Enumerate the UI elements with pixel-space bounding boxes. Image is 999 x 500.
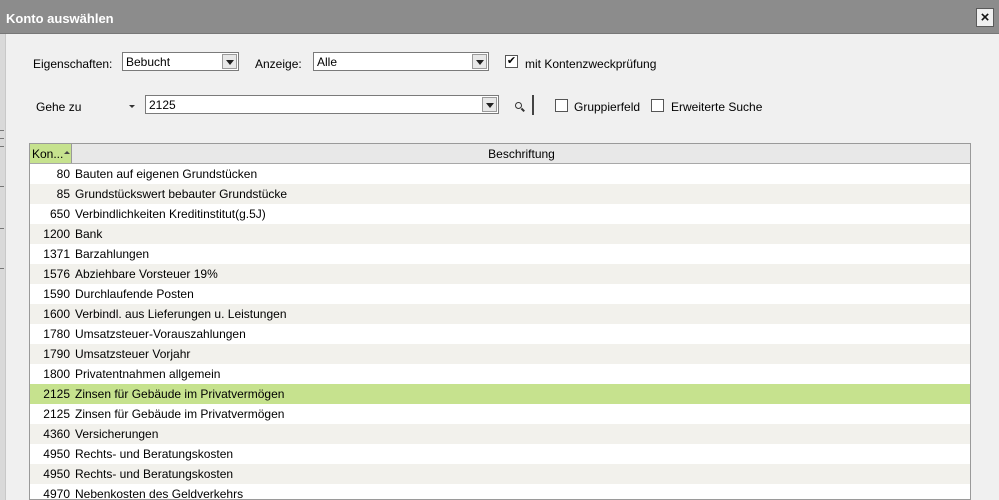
account-description: Abziehbare Vorsteuer 19% (75, 267, 218, 281)
table-row[interactable]: 1590 Durchlaufende Posten (30, 284, 970, 304)
table-row[interactable]: 1200 Bank (30, 224, 970, 244)
account-number: 1790 (43, 347, 70, 361)
erweiterte-suche-label: Erweiterte Suche (671, 100, 763, 114)
chevron-down-icon[interactable] (482, 97, 497, 112)
account-number: 4950 (43, 467, 70, 481)
edge-tick (0, 228, 4, 229)
table-row[interactable]: 1780 Umsatzsteuer-Vorauszahlungen (30, 324, 970, 344)
table-row[interactable]: 2125 Zinsen für Gebäude im Privatvermögen (30, 404, 970, 424)
close-button[interactable]: × (976, 8, 994, 27)
account-description: Bauten auf eigenen Grundstücken (75, 167, 258, 181)
kontenzweck-checkbox[interactable]: ✔ (505, 55, 518, 68)
column-header-konto-label: Kon... (32, 147, 64, 161)
goto-dropdown[interactable]: 2125 (145, 95, 499, 114)
eigenschaften-value: Bebucht (126, 55, 171, 69)
table-body: 80 Bauten auf eigenen Grundstücken 85 Grund… (30, 164, 970, 500)
account-description: Rechts- und Beratungskosten (75, 447, 234, 461)
account-number: 1590 (43, 287, 70, 301)
account-table[interactable]: Kon... Beschriftung 80 Bauten auf eigenen… (29, 143, 971, 500)
account-number: 1600 (43, 307, 70, 321)
account-description: Durchlaufende Posten (75, 287, 194, 301)
account-number: 1371 (43, 247, 70, 261)
gruppierfeld-label: Gruppierfeld (574, 100, 641, 114)
left-panel-edge (0, 34, 6, 500)
anzeige-dropdown[interactable]: Alle (313, 52, 489, 71)
checkmark-icon: ✔ (506, 55, 517, 67)
table-row[interactable]: 4970 Nebenkosten des Geldverkehrs (30, 484, 970, 500)
account-number: 1780 (43, 327, 70, 341)
close-icon: × (980, 9, 990, 26)
table-row[interactable]: 1600 Verbindl. aus Lieferungen u. Leistun… (30, 304, 970, 324)
account-number: 4360 (43, 427, 70, 441)
account-number: 4950 (43, 447, 70, 461)
table-row[interactable]: 4950 Rechts- und Beratungskosten (30, 464, 970, 484)
eigenschaften-label: Eigenschaften: (33, 57, 113, 71)
goto-label: Gehe zu (36, 100, 82, 114)
account-number: 1800 (43, 367, 70, 381)
account-description: Bank (75, 227, 103, 241)
toolbar-separator (532, 95, 534, 115)
goto-value: 2125 (149, 98, 176, 112)
kontenzweck-label: mit Kontenzweckprüfung (525, 57, 657, 71)
table-row[interactable]: 4360 Versicherungen (30, 424, 970, 444)
edge-tick (0, 130, 4, 131)
account-number: 85 (56, 187, 70, 201)
account-description: Verbindlichkeiten Kreditinstitut(g.5J) (75, 207, 266, 221)
erweiterte-suche-checkbox[interactable] (651, 99, 664, 112)
table-row[interactable]: 80 Bauten auf eigenen Grundstücken (30, 164, 970, 184)
sort-up-icon (64, 151, 70, 154)
account-number: 4970 (43, 487, 70, 500)
account-description: Umsatzsteuer-Vorauszahlungen (75, 327, 246, 341)
search-icon-handle (521, 107, 525, 112)
account-description: Grundstückswert bebauter Grundstücke (75, 187, 288, 201)
column-header-konto[interactable]: Kon... (30, 144, 72, 163)
anzeige-label: Anzeige: (255, 57, 302, 71)
chevron-down-icon[interactable] (472, 54, 487, 69)
table-row[interactable]: 650 Verbindlichkeiten Kreditinstitut(g.5J… (30, 204, 970, 224)
edge-tick (0, 146, 4, 147)
account-number: 2125 (43, 387, 70, 401)
account-number: 1200 (43, 227, 70, 241)
chevron-down-icon[interactable] (222, 54, 237, 69)
table-header: Kon... Beschriftung (30, 144, 970, 164)
account-description: Zinsen für Gebäude im Privatvermögen (75, 387, 285, 401)
table-row[interactable]: 1576 Abziehbare Vorsteuer 19% (30, 264, 970, 284)
goto-arrow-icon (129, 105, 135, 108)
edge-tick (0, 138, 4, 139)
account-number: 1576 (43, 267, 70, 281)
edge-tick (0, 186, 4, 187)
table-row[interactable]: 1800 Privatentnahmen allgemein (30, 364, 970, 384)
table-row[interactable]: 85 Grundstückswert bebauter Grundstücke (30, 184, 970, 204)
column-header-beschriftung[interactable]: Beschriftung (73, 147, 970, 161)
account-description: Nebenkosten des Geldverkehrs (75, 487, 244, 500)
eigenschaften-dropdown[interactable]: Bebucht (122, 52, 239, 71)
search-button[interactable] (512, 100, 528, 114)
window-title: Konto auswählen (6, 11, 114, 26)
account-number: 650 (49, 207, 70, 221)
table-row[interactable]: 2125 Zinsen für Gebäude im Privatvermögen (30, 384, 970, 404)
anzeige-value: Alle (317, 55, 338, 69)
gruppierfeld-checkbox[interactable] (555, 99, 568, 112)
account-description: Barzahlungen (75, 247, 150, 261)
account-description: Versicherungen (75, 427, 159, 441)
table-row[interactable]: 4950 Rechts- und Beratungskosten (30, 444, 970, 464)
account-number: 2125 (43, 407, 70, 421)
account-description: Verbindl. aus Lieferungen u. Leistungen (75, 307, 287, 321)
title-bar: Konto auswählen × (0, 0, 999, 34)
account-description: Umsatzsteuer Vorjahr (75, 347, 191, 361)
edge-tick (0, 268, 4, 269)
account-description: Zinsen für Gebäude im Privatvermögen (75, 407, 285, 421)
table-row[interactable]: 1371 Barzahlungen (30, 244, 970, 264)
table-row[interactable]: 1790 Umsatzsteuer Vorjahr (30, 344, 970, 364)
account-description: Rechts- und Beratungskosten (75, 467, 234, 481)
account-description: Privatentnahmen allgemein (75, 367, 221, 381)
account-number: 80 (56, 167, 70, 181)
